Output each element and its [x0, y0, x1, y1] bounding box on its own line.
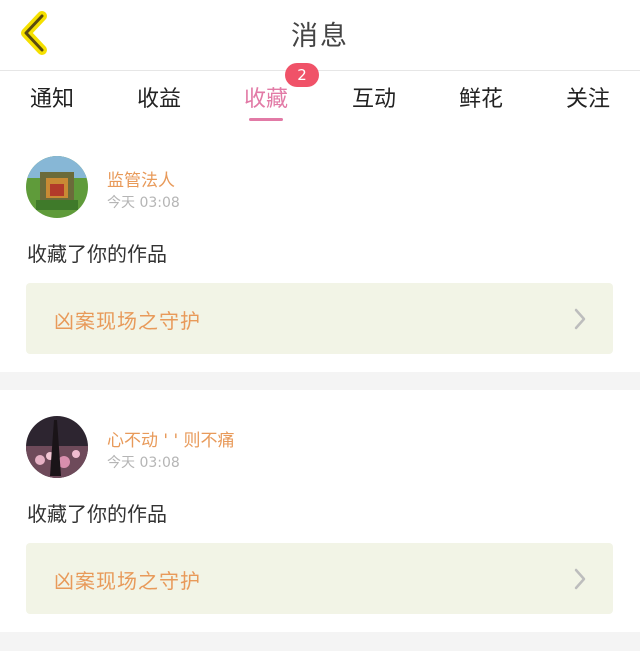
section-divider — [0, 372, 640, 390]
avatar[interactable] — [26, 416, 88, 478]
timestamp: 今天 03:08 — [107, 195, 180, 211]
tab-follow[interactable]: 关注 — [548, 81, 628, 113]
timestamp: 今天 03:08 — [107, 455, 180, 471]
section-divider — [0, 632, 640, 651]
tab-interaction[interactable]: 互动 — [334, 81, 414, 113]
action-text: 收藏了你的作品 — [27, 242, 167, 266]
message-item: 监管法人 今天 03:08 收藏了你的作品 凶案现场之守护 — [0, 126, 640, 372]
work-link[interactable]: 凶案现场之守护 — [26, 283, 613, 354]
username[interactable]: 心不动 ' ' 则不痛 — [107, 426, 235, 451]
favorites-badge: 2 — [285, 63, 319, 87]
message-item: 心不动 ' ' 则不痛 今天 03:08 收藏了你的作品 凶案现场之守护 — [0, 390, 640, 632]
work-title: 凶案现场之守护 — [54, 309, 201, 333]
username[interactable]: 监管法人 — [107, 166, 175, 191]
work-link[interactable]: 凶案现场之守护 — [26, 543, 613, 614]
tab-notify[interactable]: 通知 — [12, 81, 92, 113]
avatar[interactable] — [26, 156, 88, 218]
tab-flowers[interactable]: 鲜花 — [441, 81, 521, 113]
tab-earnings[interactable]: 收益 — [119, 81, 199, 113]
top-bar: 消息 — [0, 0, 640, 71]
work-title: 凶案现场之守护 — [54, 569, 201, 593]
action-text: 收藏了你的作品 — [27, 502, 167, 526]
page-title: 消息 — [291, 21, 349, 52]
tab-bar: 通知 收益 收藏 互动 鲜花 关注 — [0, 71, 640, 125]
chevron-right-icon — [574, 568, 586, 590]
chevron-right-icon — [574, 308, 586, 330]
active-tab-indicator — [249, 118, 283, 121]
